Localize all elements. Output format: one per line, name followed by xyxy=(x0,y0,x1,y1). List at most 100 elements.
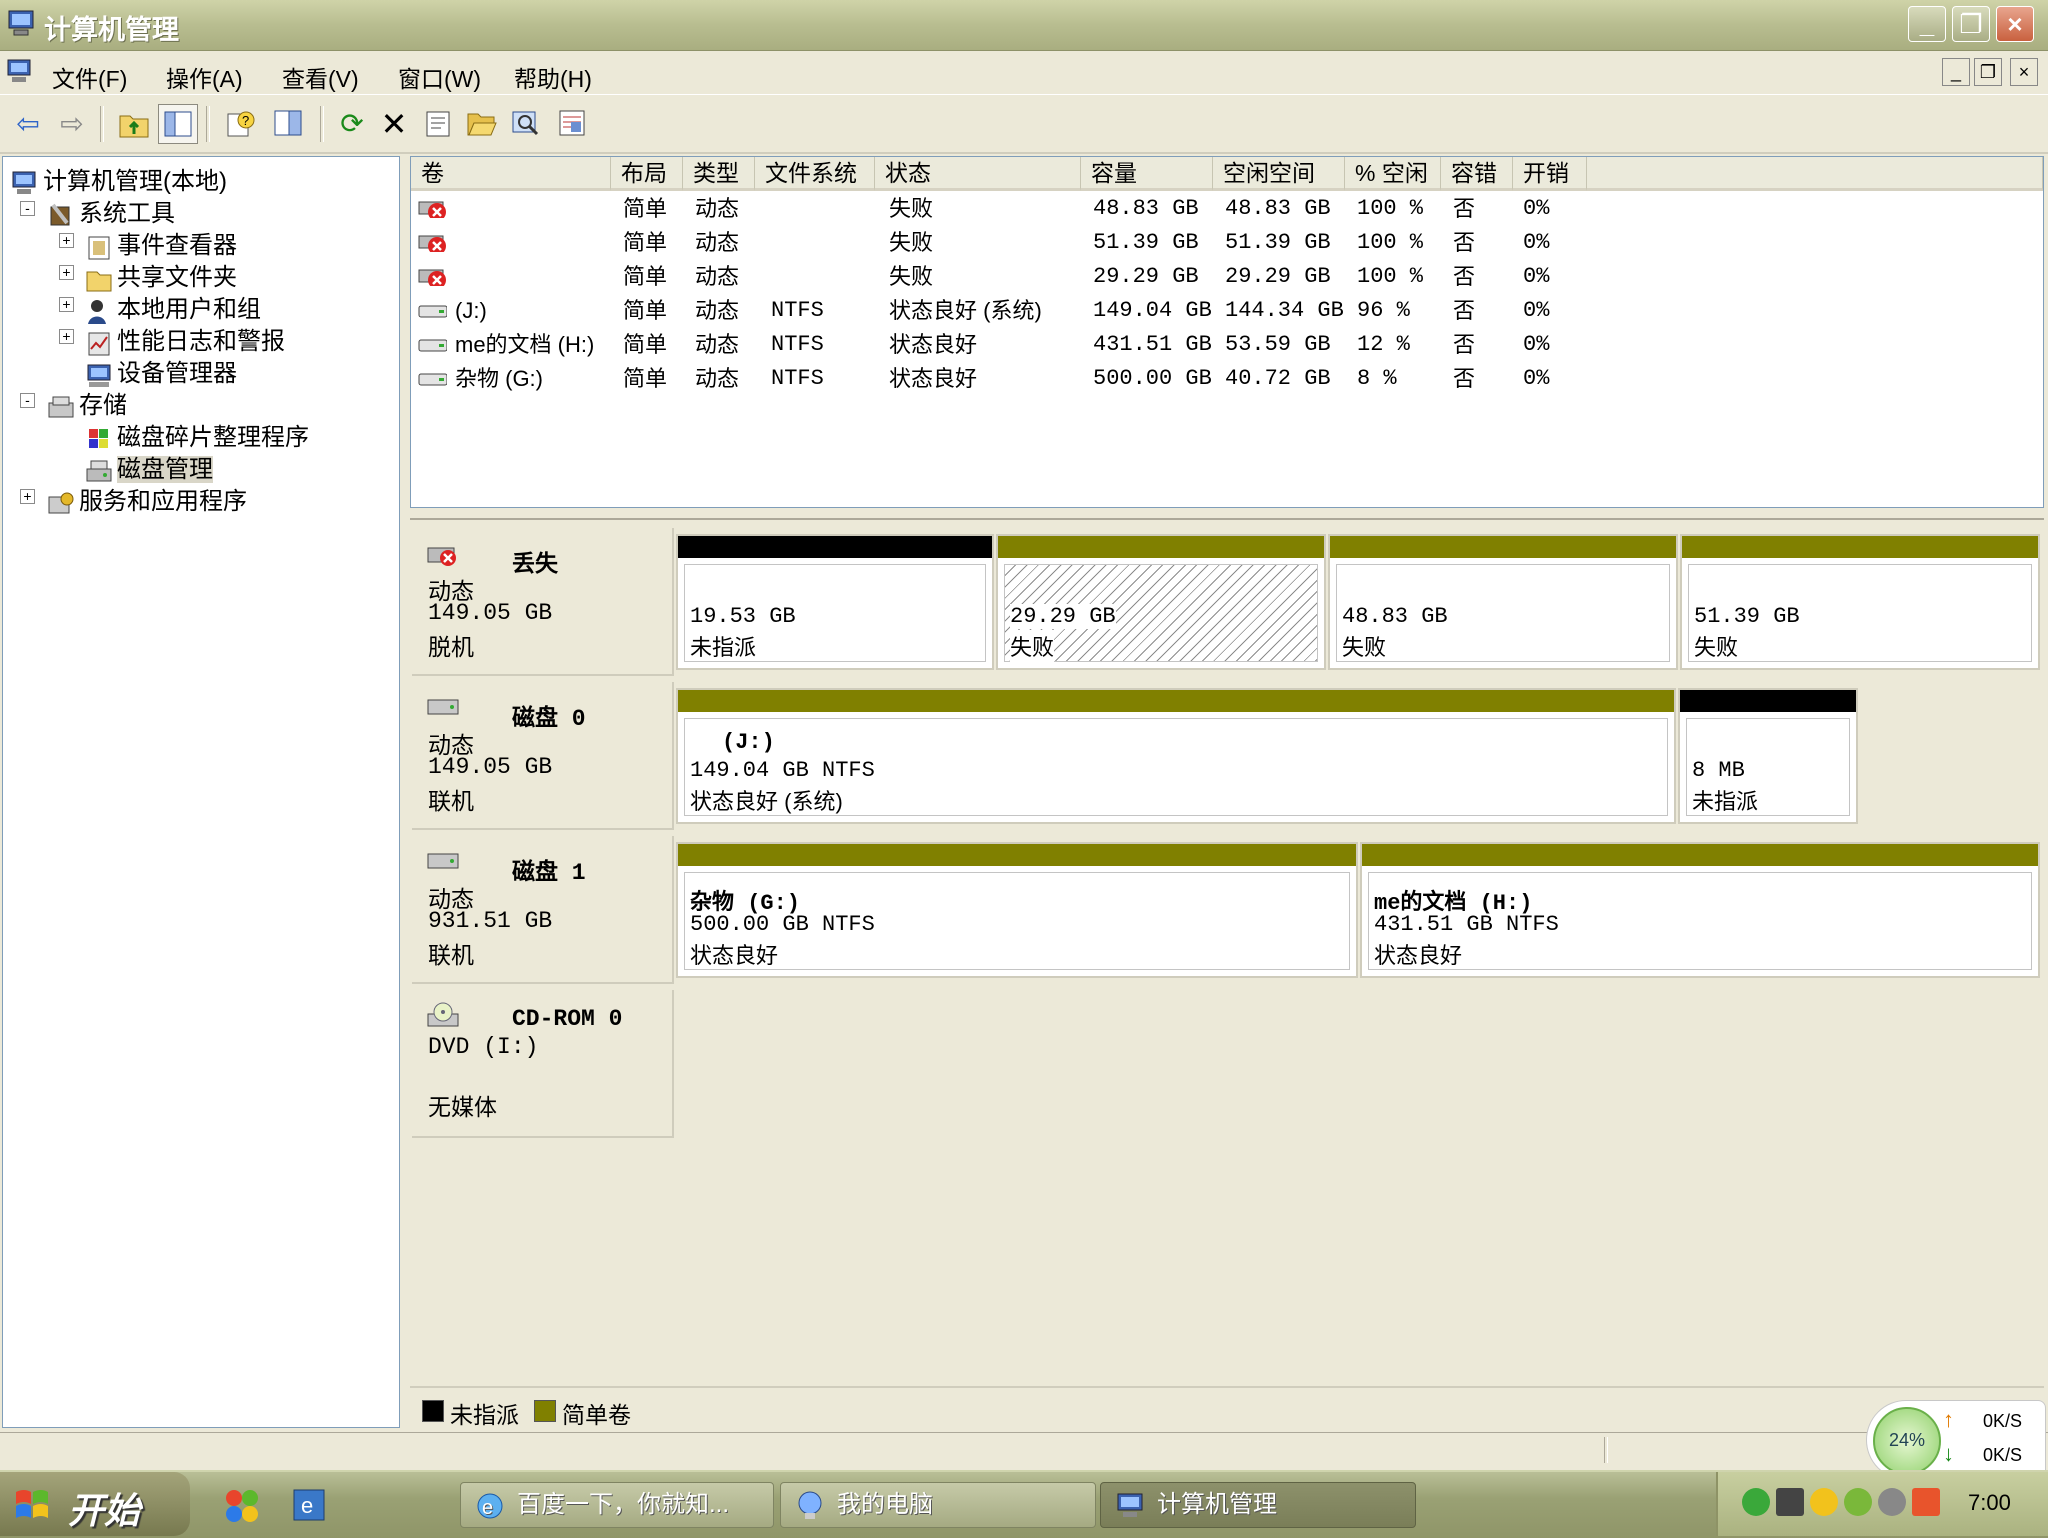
table-row[interactable]: me的文档 (H:) 简单 动态 NTFS 状态良好 431.51 GB 53.59 GB 1… xyxy=(411,329,2041,361)
partition-missing-failed-1[interactable]: 29.29 GB 失败 xyxy=(996,534,1326,670)
col-pct-free[interactable]: % 空闲 xyxy=(1345,157,1441,191)
unallocated-bar xyxy=(678,536,992,558)
collapse-system-tools[interactable]: - xyxy=(20,201,35,216)
disk-header-1[interactable]: 磁盘 1 动态 931.51 GB 联机 xyxy=(412,836,674,984)
tree-node-storage[interactable]: 存储 xyxy=(47,385,127,419)
col-capacity[interactable]: 容量 xyxy=(1081,157,1213,191)
search-icon[interactable] xyxy=(506,104,546,144)
partition-size: 500.00 GB NTFS xyxy=(690,912,875,937)
table-cell: 500.00 GB xyxy=(1093,366,1212,391)
menu-action[interactable]: 操作(A) xyxy=(166,60,243,94)
col-status[interactable]: 状态 xyxy=(875,157,1081,191)
expand-event-viewer[interactable]: + xyxy=(59,233,74,248)
tree-node-root[interactable]: 计算机管理(本地) xyxy=(11,161,227,195)
app-menu-icon[interactable] xyxy=(6,58,34,86)
menu-help[interactable]: 帮助(H) xyxy=(514,60,592,94)
tree-node-disk-management[interactable]: 磁盘管理 xyxy=(85,449,213,483)
computer-icon xyxy=(12,171,36,194)
task-computer-management[interactable]: 计算机管理 xyxy=(1100,1482,1416,1528)
table-row[interactable]: (J:) 简单 动态 NTFS 状态良好 (系统) 149.04 GB 144.34 GB 9… xyxy=(411,295,2041,327)
start-label: 开始 xyxy=(68,1490,141,1531)
partition-missing-failed-2[interactable]: 48.83 GB 失败 xyxy=(1328,534,1678,670)
partition-j[interactable]: (J:) 149.04 GB NTFS 状态良好 (系统) xyxy=(676,688,1676,824)
tree-node-perf-logs[interactable]: 性能日志和警报 xyxy=(85,321,285,356)
expand-perf-logs[interactable]: + xyxy=(59,329,74,344)
tree-node-event-viewer[interactable]: 事件查看器 xyxy=(85,225,237,260)
system-tray: 7:00 xyxy=(1716,1472,2048,1536)
network-icon[interactable] xyxy=(1844,1488,1872,1516)
partition-g[interactable]: 杂物 (G:) 500.00 GB NTFS 状态良好 xyxy=(676,842,1358,978)
tree-label-defrag: 磁盘碎片整理程序 xyxy=(117,424,309,451)
mdi-minimize-button[interactable]: _ xyxy=(1942,58,1970,86)
tray-security-icon[interactable] xyxy=(1912,1488,1940,1516)
title-bar[interactable]: 计算机管理 _ ❐ × xyxy=(0,0,2048,51)
show-hide-tree-icon[interactable] xyxy=(158,104,198,144)
disk-header-0[interactable]: 磁盘 0 动态 149.05 GB 联机 xyxy=(412,682,674,830)
network-speed-widget[interactable]: 24% ↑ 0K/S ↓ 0K/S xyxy=(1866,1400,2046,1480)
failed-volume-icon xyxy=(418,201,446,218)
col-layout[interactable]: 布局 xyxy=(611,157,683,191)
table-row[interactable]: 简单 动态 失败 29.29 GB 29.29 GB 100 % 否 0% xyxy=(411,261,2041,293)
disk-0-state: 联机 xyxy=(428,788,474,814)
tray-plus-icon[interactable] xyxy=(1810,1488,1838,1516)
partition-h[interactable]: me的文档 (H:) 431.51 GB NTFS 状态良好 xyxy=(1360,842,2040,978)
tray-update-icon[interactable] xyxy=(1742,1488,1770,1516)
start-button[interactable]: 开始 xyxy=(0,1472,190,1536)
quicklaunch-ie-icon[interactable]: e xyxy=(292,1486,330,1524)
menu-file[interactable]: 文件(F) xyxy=(52,60,127,94)
menu-window[interactable]: 窗口(W) xyxy=(398,60,481,94)
table-row[interactable]: 简单 动态 失败 48.83 GB 48.83 GB 100 % 否 0% xyxy=(411,193,2041,225)
delete-icon[interactable]: ✕ xyxy=(374,104,414,144)
export-list-icon[interactable] xyxy=(552,104,592,144)
split-view-icon[interactable] xyxy=(268,104,308,144)
tree-node-shared-folders[interactable]: 共享文件夹 xyxy=(85,257,237,292)
volume-icon[interactable] xyxy=(1776,1488,1804,1516)
task-my-computer[interactable]: 我的电脑 xyxy=(780,1482,1096,1528)
close-button[interactable]: × xyxy=(1996,6,2034,42)
col-filesystem[interactable]: 文件系统 xyxy=(755,157,875,191)
expand-services-apps[interactable]: + xyxy=(20,489,35,504)
clock[interactable]: 7:00 xyxy=(1968,1490,2011,1516)
expand-local-users[interactable]: + xyxy=(59,297,74,312)
table-cell: 失败 xyxy=(889,264,934,289)
col-type[interactable]: 类型 xyxy=(683,157,755,191)
table-cell: 48.83 GB xyxy=(1093,196,1199,221)
tree-node-local-users[interactable]: 本地用户和组 xyxy=(85,289,261,324)
back-icon[interactable]: ⇦ xyxy=(8,104,48,144)
refresh-icon[interactable]: ⟳ xyxy=(332,104,372,144)
collapse-storage[interactable]: - xyxy=(20,393,35,408)
disk-header-missing[interactable]: 丢失 动态 149.05 GB 脱机 xyxy=(412,528,674,676)
maximize-button[interactable]: ❐ xyxy=(1952,6,1990,42)
disk-header-cdrom[interactable]: CD-ROM 0 DVD (I:) 无媒体 xyxy=(412,990,674,1138)
forward-icon[interactable]: ⇨ xyxy=(52,104,92,144)
tree-node-defrag[interactable]: 磁盘碎片整理程序 xyxy=(85,417,309,451)
tree-node-device-manager[interactable]: 设备管理器 xyxy=(85,353,237,387)
table-cell: 否 xyxy=(1453,332,1476,357)
pane-splitter[interactable] xyxy=(402,156,410,1428)
minimize-button[interactable]: _ xyxy=(1908,6,1946,42)
table-row[interactable]: 杂物 (G:) 简单 动态 NTFS 状态良好 500.00 GB 40.72 GB 8 % 否… xyxy=(411,363,2041,395)
col-free-space[interactable]: 空闲空间 xyxy=(1213,157,1345,191)
expand-shared-folders[interactable]: + xyxy=(59,265,74,280)
partition-disk0-unallocated[interactable]: 8 MB 未指派 xyxy=(1678,688,1858,824)
tree-label-event-viewer: 事件查看器 xyxy=(117,232,237,259)
col-fault-tolerance[interactable]: 容错 xyxy=(1441,157,1513,191)
tray-app-icon[interactable] xyxy=(1878,1488,1906,1516)
table-row[interactable]: 简单 动态 失败 51.39 GB 51.39 GB 100 % 否 0% xyxy=(411,227,2041,259)
properties-icon[interactable] xyxy=(418,104,458,144)
tree-node-services-apps[interactable]: 服务和应用程序 xyxy=(47,481,247,515)
col-volume[interactable]: 卷 xyxy=(411,157,611,191)
menu-view[interactable]: 查看(V) xyxy=(282,60,359,94)
open-folder-icon[interactable] xyxy=(462,104,502,144)
up-folder-icon[interactable] xyxy=(114,104,154,144)
properties-help-icon[interactable]: ? xyxy=(220,104,260,144)
col-overhead[interactable]: 开销 xyxy=(1513,157,1587,191)
quicklaunch-app-icon[interactable] xyxy=(222,1486,262,1526)
partition-missing-failed-3[interactable]: 51.39 GB 失败 xyxy=(1680,534,2040,670)
task-browser[interactable]: e 百度一下，你就知... xyxy=(460,1482,774,1528)
tree-node-system-tools[interactable]: 系统工具 xyxy=(47,193,175,227)
mdi-restore-button[interactable]: ❐ xyxy=(1974,58,2002,86)
table-cell: me的文档 (H:) xyxy=(455,332,595,357)
partition-missing-unallocated[interactable]: 19.53 GB 未指派 xyxy=(676,534,994,670)
mdi-close-button[interactable]: × xyxy=(2010,58,2038,86)
